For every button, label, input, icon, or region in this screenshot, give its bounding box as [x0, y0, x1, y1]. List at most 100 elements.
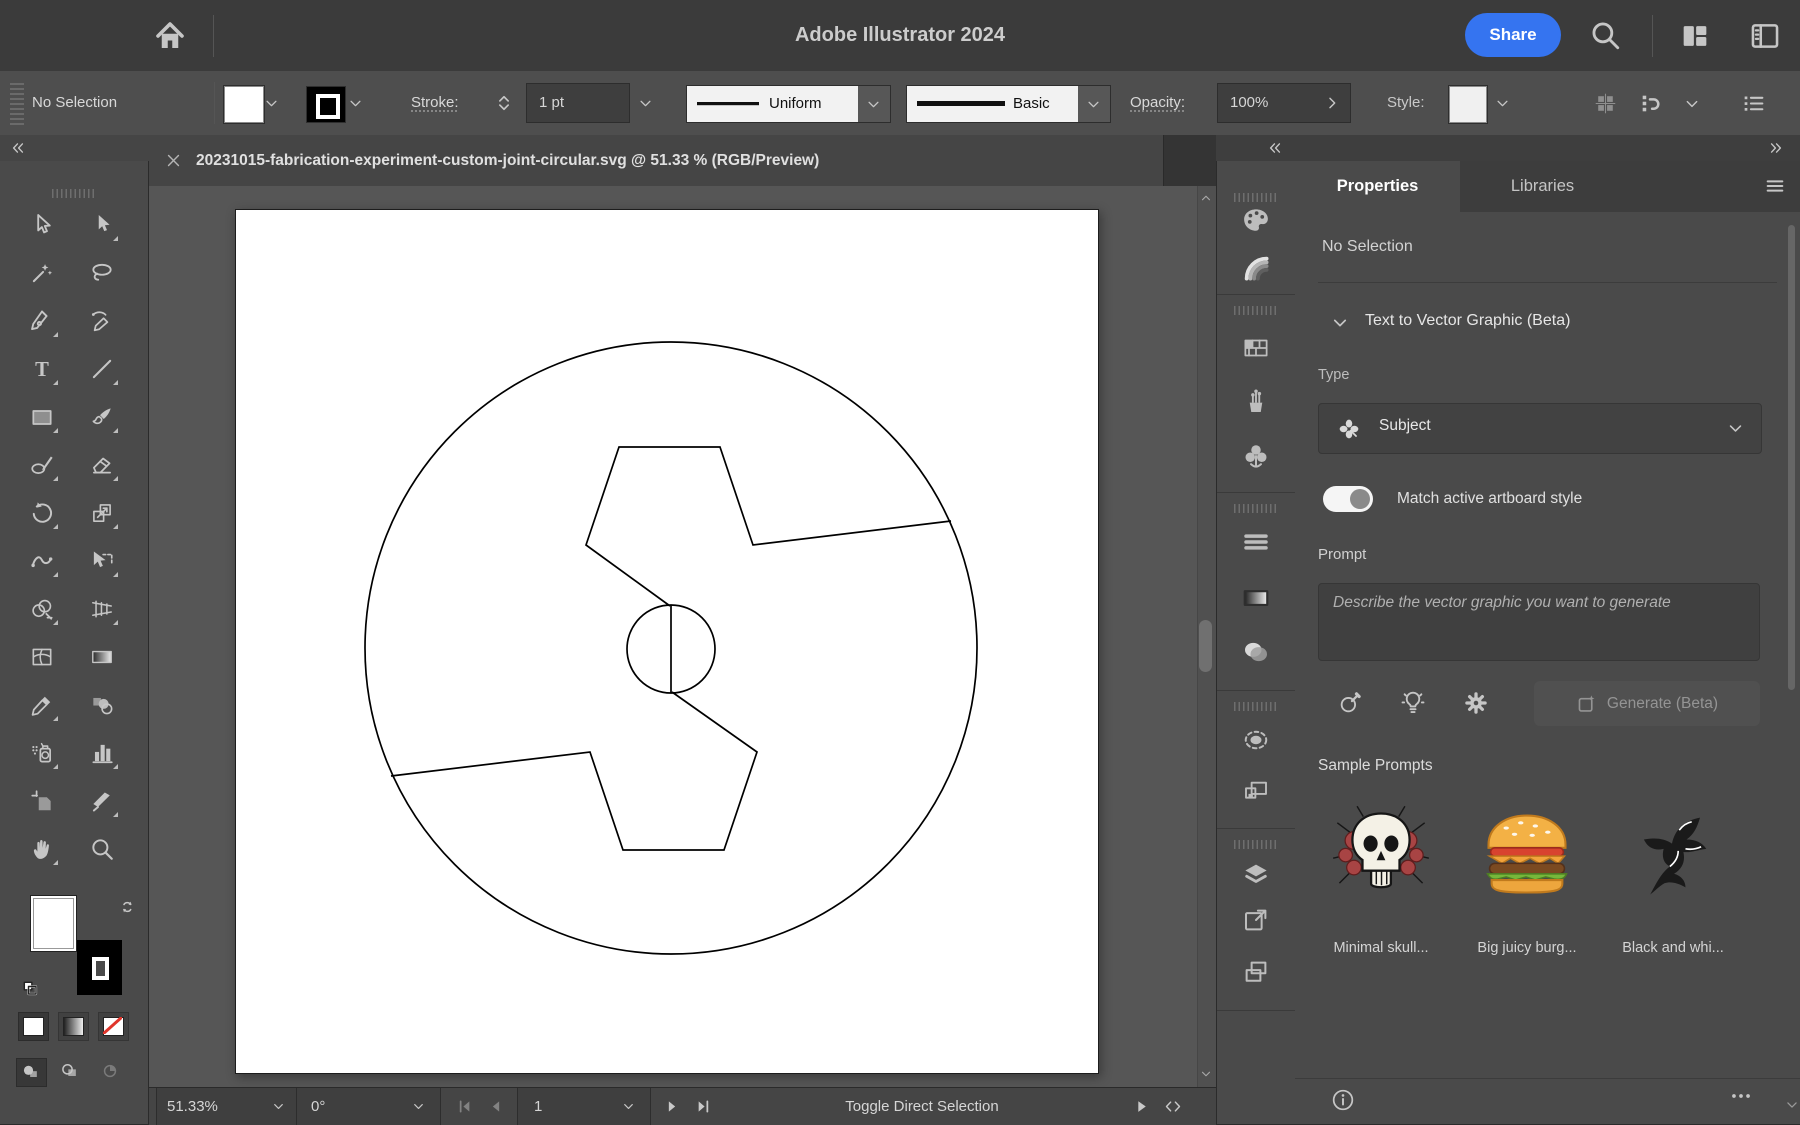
stroke-proxy-swatch[interactable]	[77, 940, 122, 995]
artboard-dropdown[interactable]	[608, 1088, 651, 1125]
collapse-panel-icon[interactable]	[1267, 141, 1283, 155]
width-tool[interactable]	[25, 544, 59, 578]
fill-color-swatch[interactable]	[224, 86, 264, 123]
strip-grip[interactable]	[1234, 504, 1278, 513]
shape-builder-tool[interactable]	[25, 592, 59, 626]
home-icon[interactable]	[152, 18, 188, 54]
shaper-tool[interactable]	[25, 448, 59, 482]
brush-definition-dropdown[interactable]: Basic	[906, 85, 1080, 123]
chevron-down-icon[interactable]	[1684, 96, 1700, 112]
default-fill-stroke-icon[interactable]	[20, 979, 42, 999]
opacity-expand-icon[interactable]	[1324, 95, 1340, 111]
info-icon[interactable]	[1330, 1087, 1356, 1113]
previous-artboard-icon[interactable]	[486, 1097, 506, 1116]
draw-behind-button[interactable]	[56, 1058, 85, 1085]
gear-icon[interactable]	[1463, 690, 1489, 716]
free-transform-tool[interactable]	[85, 544, 119, 578]
artboards-icon[interactable]	[1241, 777, 1271, 807]
selection-options-icon[interactable]	[1241, 725, 1271, 755]
transparency-icon[interactable]	[1241, 637, 1271, 667]
panel-scrollbar-thumb[interactable]	[1788, 225, 1795, 690]
none-button[interactable]	[98, 1012, 129, 1041]
direct-selection-tool[interactable]	[85, 208, 119, 242]
color-guide-icon[interactable]	[1241, 253, 1271, 283]
artboard-field[interactable]: 1	[517, 1088, 610, 1125]
swap-fill-stroke-icon[interactable]	[118, 897, 140, 917]
gradient-panel-icon[interactable]	[1241, 583, 1271, 613]
gradient-button[interactable]	[58, 1012, 89, 1041]
brushes-icon[interactable]	[1241, 387, 1271, 417]
rotation-dropdown[interactable]	[398, 1088, 441, 1125]
strip-grip[interactable]	[1234, 193, 1278, 202]
stroke-weight-field[interactable]: 1 pt	[526, 83, 630, 123]
expand-panel-icon[interactable]	[1768, 141, 1784, 155]
stroke-stepper[interactable]	[494, 89, 514, 117]
strip-grip[interactable]	[1234, 306, 1278, 315]
align-icon[interactable]	[1593, 91, 1618, 116]
magic-wand-tool[interactable]	[25, 256, 59, 290]
selection-tool[interactable]	[25, 208, 59, 242]
scroll-up-icon[interactable]	[1199, 192, 1213, 204]
panel-scroll-chevron-icon[interactable]	[1784, 1098, 1800, 1112]
draw-normal-button[interactable]	[16, 1058, 47, 1087]
zoom-dropdown[interactable]	[258, 1088, 301, 1125]
style-picker-icon[interactable]	[1337, 690, 1363, 716]
paintbrush-tool[interactable]	[85, 400, 119, 434]
more-options-icon[interactable]	[1728, 1083, 1754, 1109]
generate-button[interactable]: Generate (Beta)	[1534, 681, 1760, 726]
eraser-tool[interactable]	[85, 448, 119, 482]
document-tab[interactable]: 20231015-fabrication-experiment-custom-j…	[149, 135, 1164, 186]
width-profile-dropdown[interactable]: Uniform	[686, 85, 860, 123]
opacity-label[interactable]: Opacity:	[1130, 71, 1185, 135]
menu-list-icon[interactable]	[1741, 91, 1766, 116]
perspective-grid-tool[interactable]	[85, 592, 119, 626]
sample-prompt-2[interactable]	[1475, 801, 1579, 905]
width-profile-chevron[interactable]	[858, 85, 891, 123]
canvas[interactable]	[149, 186, 1216, 1087]
column-graph-tool[interactable]	[85, 736, 119, 770]
tab-properties[interactable]: Properties	[1295, 161, 1460, 213]
stroke-label[interactable]: Stroke:	[411, 71, 459, 135]
strip-grip[interactable]	[1234, 702, 1278, 711]
fill-proxy-swatch[interactable]	[30, 895, 77, 952]
lightbulb-icon[interactable]	[1399, 688, 1427, 716]
artboard-tool[interactable]	[25, 784, 59, 818]
mesh-tool[interactable]	[25, 640, 59, 674]
controlbar-grip[interactable]	[10, 81, 24, 125]
next-artboard-icon[interactable]	[662, 1097, 682, 1116]
prompt-input[interactable]	[1318, 583, 1760, 661]
hand-tool[interactable]	[25, 832, 59, 866]
panels-icon[interactable]	[1748, 19, 1782, 53]
collapse-toolbar-icon[interactable]	[10, 141, 26, 155]
stroke-color-swatch[interactable]	[306, 86, 346, 123]
symbol-sprayer-tool[interactable]	[25, 736, 59, 770]
export-icon[interactable]	[1241, 905, 1271, 935]
swatches-icon[interactable]	[1241, 333, 1271, 363]
scrollbar-thumb[interactable]	[1199, 620, 1212, 672]
panel-menu-icon[interactable]	[1763, 175, 1787, 197]
eyedropper-tool[interactable]	[25, 688, 59, 722]
snap-options-icon[interactable]	[1638, 91, 1663, 116]
draw-inside-button[interactable]	[96, 1058, 125, 1085]
duplicate-icon[interactable]	[1241, 957, 1271, 987]
opacity-field[interactable]: 100%	[1217, 83, 1351, 123]
first-artboard-icon[interactable]	[455, 1097, 475, 1116]
strip-grip[interactable]	[1234, 840, 1278, 849]
status-code-icon[interactable]	[1163, 1097, 1183, 1116]
workspace-icon[interactable]	[1678, 19, 1712, 53]
gradient-tool[interactable]	[85, 640, 119, 674]
stroke-weight-chevron-icon[interactable]	[638, 96, 653, 111]
search-icon[interactable]	[1588, 18, 1622, 52]
type-dropdown[interactable]: Subject	[1318, 403, 1762, 454]
status-play-icon[interactable]	[1133, 1098, 1150, 1115]
rotation-field[interactable]: 0°	[296, 1088, 400, 1125]
stroke-panel-icon[interactable]	[1241, 527, 1271, 557]
brush-definition-chevron[interactable]	[1078, 85, 1111, 123]
slice-tool[interactable]	[85, 784, 119, 818]
sample-prompt-1[interactable]	[1329, 801, 1433, 905]
color-palette-icon[interactable]	[1241, 205, 1271, 235]
zoom-tool[interactable]	[85, 832, 119, 866]
style-swatch[interactable]	[1449, 86, 1487, 123]
blend-tool[interactable]	[85, 688, 119, 722]
line-segment-tool[interactable]	[85, 352, 119, 386]
